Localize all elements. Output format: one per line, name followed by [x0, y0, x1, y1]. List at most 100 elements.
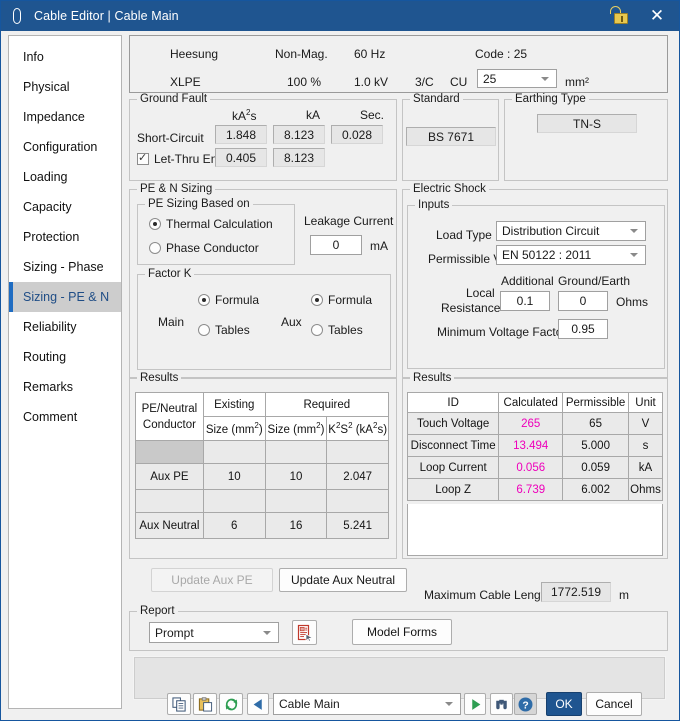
- radio-dot: [149, 242, 161, 254]
- insulation-label: XLPE: [170, 75, 201, 89]
- table-row[interactable]: Disconnect Time 13.494 5.000 s: [408, 435, 663, 457]
- table-row[interactable]: Loop Current 0.056 0.059 kA: [408, 457, 663, 479]
- sidebar-item-sizing-pe-n[interactable]: Sizing - PE & N: [9, 282, 121, 312]
- sidebar-item-routing[interactable]: Routing: [9, 342, 121, 372]
- manufacturer-label: Heesung: [170, 47, 218, 61]
- radio-aux-formula[interactable]: Formula: [311, 293, 372, 307]
- cell-permissible: 0.059: [563, 457, 629, 479]
- cable-nav-value: Cable Main: [279, 697, 340, 711]
- sidebar-item-loading[interactable]: Loading: [9, 162, 121, 192]
- table-header-row: PE/Neutral Conductor Existing Required: [136, 393, 389, 417]
- cell-k2s2: [327, 441, 389, 464]
- electric-shock-results-legend: Results: [410, 372, 454, 384]
- leakage-current-input[interactable]: 0: [310, 235, 362, 255]
- cell-required-size: [265, 490, 327, 513]
- load-type-value: Distribution Circuit: [502, 224, 599, 238]
- previous-arrow-icon[interactable]: [247, 693, 269, 715]
- table-row[interactable]: Aux PE 10 10 2.047: [136, 464, 389, 490]
- cell-id: Loop Current: [408, 457, 499, 479]
- sidebar-item-impedance[interactable]: Impedance: [9, 102, 121, 132]
- radio-label: Tables: [328, 323, 363, 337]
- radio-aux-tables[interactable]: Tables: [311, 323, 363, 337]
- update-aux-neutral-button[interactable]: Update Aux Neutral: [279, 568, 407, 592]
- table-header-row: ID Calculated Permissible Unit: [408, 393, 663, 413]
- report-document-icon[interactable]: [292, 620, 317, 645]
- close-icon[interactable]: ✕: [635, 1, 679, 31]
- table-row[interactable]: [136, 441, 389, 464]
- local-resistance-label-line2: Resistance: [441, 301, 500, 315]
- table-row[interactable]: Loop Z 6.739 6.002 Ohms: [408, 479, 663, 501]
- sidebar-item-reliability[interactable]: Reliability: [9, 312, 121, 342]
- standard-value: BS 7671: [406, 127, 496, 146]
- cable-icon: [9, 6, 25, 26]
- ohms-unit-label: Ohms: [616, 295, 648, 309]
- ground-earth-label: Ground/Earth: [558, 274, 630, 288]
- header-unit: Unit: [629, 393, 663, 413]
- help-icon[interactable]: ?: [514, 693, 537, 715]
- factor-k-aux-label: Aux: [281, 315, 302, 329]
- material-label: CU: [450, 75, 467, 89]
- radio-main-formula[interactable]: Formula: [198, 293, 259, 307]
- cell-required-size: [265, 441, 327, 464]
- chevron-down-icon: [445, 702, 453, 706]
- header-permissible: Permissible: [563, 393, 629, 413]
- sidebar-item-capacity[interactable]: Capacity: [9, 192, 121, 222]
- radio-main-tables[interactable]: Tables: [198, 323, 250, 337]
- radio-thermal-calculation[interactable]: Thermal Calculation: [149, 217, 273, 231]
- cell-required-size: 10: [265, 464, 327, 490]
- radio-label: Formula: [328, 293, 372, 307]
- cable-nav-select[interactable]: Cable Main: [273, 693, 461, 715]
- code-label: Code : 25: [475, 47, 527, 61]
- short-circuit-sec-value: 0.028: [331, 125, 383, 144]
- let-thru-ka2s-value: 0.405: [215, 148, 267, 167]
- maximum-cable-length-label: Maximum Cable Length: [424, 588, 551, 602]
- cell-id: [136, 441, 204, 464]
- table-row[interactable]: [136, 490, 389, 513]
- col-header-ka: kA: [306, 108, 320, 122]
- sidebar-item-info[interactable]: Info: [9, 42, 121, 72]
- cell-id: Aux Neutral: [136, 513, 204, 539]
- report-select[interactable]: Prompt: [149, 622, 279, 643]
- sidebar-item-physical[interactable]: Physical: [9, 72, 121, 102]
- report-legend: Report: [137, 605, 178, 617]
- model-forms-button[interactable]: Model Forms: [352, 619, 452, 645]
- radio-label: Tables: [215, 323, 250, 337]
- update-aux-pe-button[interactable]: Update Aux PE: [151, 568, 273, 592]
- standard-legend: Standard: [410, 93, 463, 105]
- table-row[interactable]: Touch Voltage 265 65 V: [408, 413, 663, 435]
- unlocked-padlock-icon[interactable]: [601, 1, 635, 31]
- ok-button[interactable]: OK: [546, 692, 582, 716]
- sidebar: Info Physical Impedance Configuration Lo…: [8, 35, 122, 709]
- header-existing: Existing: [203, 393, 265, 417]
- table-row[interactable]: Aux Neutral 6 16 5.241: [136, 513, 389, 539]
- load-type-select[interactable]: Distribution Circuit: [496, 221, 646, 241]
- chevron-down-icon: [630, 253, 638, 257]
- titlebar: Cable Editor | Cable Main ✕: [1, 1, 679, 31]
- cancel-button[interactable]: Cancel: [586, 692, 642, 716]
- cell-unit: Ohms: [629, 479, 663, 501]
- refresh-icon[interactable]: [219, 693, 243, 715]
- next-arrow-icon[interactable]: [464, 693, 486, 715]
- results-empty-area: [407, 504, 663, 556]
- sidebar-item-sizing-phase[interactable]: Sizing - Phase: [9, 252, 121, 282]
- chevron-down-icon: [263, 631, 271, 635]
- radio-phase-conductor[interactable]: Phase Conductor: [149, 241, 259, 255]
- binoculars-icon[interactable]: [490, 693, 513, 715]
- copy-icon[interactable]: [167, 693, 191, 715]
- ground-earth-resistance-input[interactable]: 0: [558, 291, 608, 311]
- col-header-sec: Sec.: [360, 108, 384, 122]
- cell-id: Aux PE: [136, 464, 204, 490]
- svg-text:?: ?: [522, 700, 528, 711]
- factor-k-legend: Factor K: [145, 268, 194, 280]
- cores-label: 3/C: [415, 75, 434, 89]
- sidebar-item-configuration[interactable]: Configuration: [9, 132, 121, 162]
- sidebar-item-protection[interactable]: Protection: [9, 222, 121, 252]
- size-select[interactable]: 25: [477, 69, 557, 88]
- sidebar-item-remarks[interactable]: Remarks: [9, 372, 121, 402]
- sidebar-item-comment[interactable]: Comment: [9, 402, 121, 432]
- additional-resistance-input[interactable]: 0.1: [500, 291, 550, 311]
- minimum-voltage-factor-input[interactable]: 0.95: [558, 319, 608, 339]
- permissible-vt-select[interactable]: EN 50122 : 2011: [496, 245, 646, 265]
- paste-icon[interactable]: [193, 693, 217, 715]
- header-calculated: Calculated: [499, 393, 563, 413]
